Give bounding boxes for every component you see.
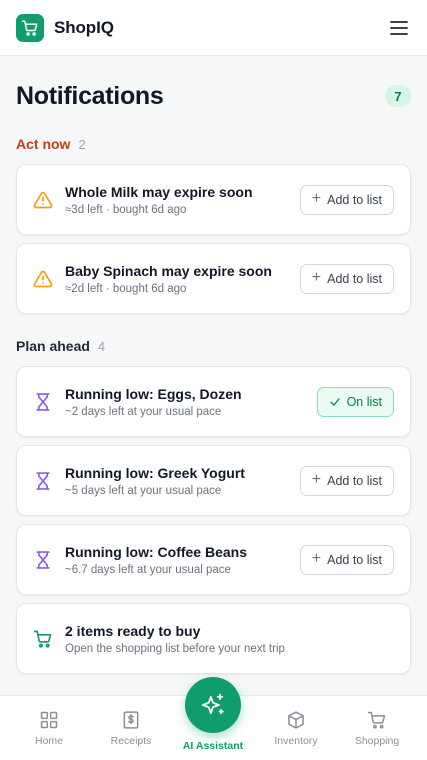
hourglass-icon: [33, 550, 53, 570]
card-subtitle: ~2 days left at your usual pace: [65, 406, 222, 418]
plus-icon: +: [311, 471, 322, 488]
add-to-list-button[interactable]: + Add to list: [299, 465, 394, 496]
card-text: Running low: Greek Yogurt ~5 days left a…: [65, 464, 300, 497]
card-text: Whole Milk may expire soon ≈3d left · bo…: [65, 183, 300, 216]
brand[interactable]: ShopIQ: [16, 13, 114, 42]
nav-label: Shopping: [354, 735, 400, 747]
section-count: 4: [97, 339, 106, 354]
card-text: 2 items ready to buy Open the shopping l…: [65, 622, 394, 655]
page-title-row: Notifications 7: [16, 78, 411, 114]
notification-card-coffee-beans[interactable]: Running low: Coffee Beans ~6.7 days left…: [16, 524, 411, 595]
top-bar: ShopIQ: [0, 0, 427, 56]
ai-assistant-button[interactable]: [185, 677, 241, 733]
cart-icon: [33, 629, 53, 649]
plus-icon: +: [311, 190, 322, 207]
notification-card-ready-to-buy[interactable]: 2 items ready to buy Open the shopping l…: [16, 603, 411, 674]
nav-item-home[interactable]: Home: [14, 710, 84, 747]
cart-icon: [367, 711, 386, 729]
box-icon: [288, 711, 304, 729]
warning-triangle-icon: [33, 269, 53, 289]
hourglass-icon: [33, 471, 53, 491]
card-subtitle: ~6.7 days left at your usual pace: [65, 564, 231, 576]
cart-logo-icon: [16, 13, 44, 42]
button-label: Add to list: [327, 552, 382, 567]
button-label: Add to list: [327, 271, 382, 286]
nav-item-receipts[interactable]: Receipts: [96, 710, 166, 747]
card-subtitle: Open the shopping list before your next …: [65, 643, 285, 655]
button-label: On list: [346, 394, 382, 409]
card-title: Running low: Coffee Beans: [65, 544, 247, 560]
hourglass-icon: [33, 392, 53, 412]
card-title: 2 items ready to buy: [65, 623, 201, 639]
section-header-plan-ahead: Plan ahead 4: [16, 338, 105, 354]
button-label: Add to list: [327, 473, 382, 488]
card-text: Baby Spinach may expire soon ≈2d left · …: [65, 262, 300, 295]
card-text: Running low: Eggs, Dozen ~2 days left at…: [65, 385, 317, 418]
nav-label: Inventory: [274, 735, 318, 747]
hamburger-menu-icon[interactable]: [387, 16, 411, 40]
app-root: ShopIQ Notifications 7 Act now 2 Whole M…: [0, 0, 427, 760]
plus-icon: +: [311, 269, 322, 286]
card-subtitle: ≈2d left · bought 6d ago: [65, 283, 187, 295]
button-label: Add to list: [327, 192, 382, 207]
card-subtitle: ~5 days left at your usual pace: [65, 485, 222, 497]
notification-card-whole-milk[interactable]: Whole Milk may expire soon ≈3d left · bo…: [16, 164, 411, 235]
nav-item-shopping[interactable]: Shopping: [342, 710, 412, 747]
section-count: 2: [78, 137, 86, 152]
nav-label: Home: [34, 735, 63, 747]
add-to-list-button[interactable]: + Add to list: [299, 263, 394, 294]
add-to-list-button[interactable]: + Add to list: [299, 184, 394, 215]
notification-card-greek-yogurt[interactable]: Running low: Greek Yogurt ~5 days left a…: [16, 445, 411, 516]
page-title: Notifications: [16, 81, 164, 110]
check-icon: [329, 397, 340, 406]
card-title: Whole Milk may expire soon: [65, 184, 253, 200]
app-name: ShopIQ: [54, 17, 114, 37]
nav-label: Receipts: [110, 735, 152, 747]
add-to-list-button[interactable]: + Add to list: [299, 544, 394, 575]
notification-count-badge: 7: [385, 85, 411, 107]
section-header-act-now: Act now 2: [16, 136, 86, 152]
sparkles-icon: [201, 693, 224, 715]
grid-icon: [40, 711, 58, 729]
section-title: Plan ahead: [16, 338, 90, 354]
card-subtitle: ≈3d left · bought 6d ago: [65, 204, 187, 216]
receipt-icon: [123, 711, 139, 729]
on-list-button[interactable]: On list: [316, 386, 394, 417]
notification-card-eggs[interactable]: Running low: Eggs, Dozen ~2 days left at…: [16, 366, 411, 437]
card-title: Running low: Eggs, Dozen: [65, 386, 242, 402]
card-title: Baby Spinach may expire soon: [65, 263, 272, 279]
card-text: Running low: Coffee Beans ~6.7 days left…: [65, 543, 300, 576]
nav-item-inventory[interactable]: Inventory: [261, 710, 331, 747]
section-title: Act now: [16, 136, 71, 152]
notification-card-baby-spinach[interactable]: Baby Spinach may expire soon ≈2d left · …: [16, 243, 411, 314]
nav-label-ai-assistant[interactable]: AI Assistant: [173, 740, 253, 752]
warning-triangle-icon: [33, 190, 53, 210]
card-title: Running low: Greek Yogurt: [65, 465, 245, 481]
plus-icon: +: [311, 550, 322, 567]
